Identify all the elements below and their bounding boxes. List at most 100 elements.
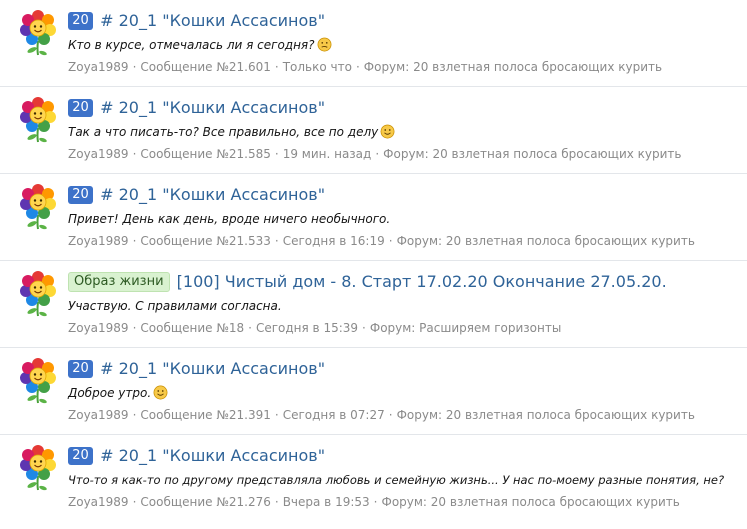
post-body: Образ жизни [100] Чистый дом - 8. Старт …: [68, 270, 743, 337]
forum-prefix-badge[interactable]: 20: [68, 12, 93, 30]
author-link[interactable]: Zoya1989: [68, 234, 129, 248]
avatar[interactable]: [18, 96, 58, 146]
avatar[interactable]: [18, 9, 58, 59]
meta-separator: ·: [248, 321, 252, 335]
meta-separator: ·: [274, 495, 279, 509]
post-body: 20 # 20_1 "Кошки Ассасинов" Кто в курсе,…: [68, 9, 743, 76]
thread-title-link[interactable]: [100] Чистый дом - 8. Старт 17.02.20 Око…: [177, 272, 667, 291]
meta-separator: ·: [132, 321, 137, 335]
smiley-icon: [153, 385, 168, 400]
post-time: Вчера в 19:53: [282, 495, 370, 509]
post-body: 20 # 20_1 "Кошки Ассасинов" Что-то я как…: [68, 444, 743, 511]
post-time: Только что: [282, 60, 352, 74]
meta-separator: ·: [132, 234, 137, 248]
message-number-link[interactable]: Сообщение №18: [140, 321, 244, 335]
thread-title-link[interactable]: # 20_1 "Кошки Ассасинов": [100, 446, 325, 465]
meta-separator: ·: [375, 147, 380, 161]
avatar[interactable]: [18, 357, 58, 407]
author-link[interactable]: Zoya1989: [68, 408, 129, 422]
post-meta: Zoya1989 · Сообщение №21.601 · Только что · Фо…: [68, 58, 743, 76]
meta-separator: ·: [132, 495, 137, 509]
avatar[interactable]: [18, 270, 58, 320]
post-time: Сегодня в 16:19: [282, 234, 385, 248]
post-title-line: 20 # 20_1 "Кошки Ассасинов": [68, 357, 743, 381]
list-item: 20 # 20_1 "Кошки Ассасинов" Так а что пи…: [0, 87, 747, 174]
meta-separator: ·: [388, 408, 393, 422]
forum-prefix-badge[interactable]: 20: [68, 186, 93, 204]
post-snippet[interactable]: Кто в курсе, отмечалась ли я сегодня?: [68, 36, 743, 54]
meta-separator: ·: [132, 60, 137, 74]
author-link[interactable]: Zoya1989: [68, 321, 129, 335]
activity-list: 20 # 20_1 "Кошки Ассасинов" Кто в курсе,…: [0, 0, 747, 522]
forum-link[interactable]: Форум: Расширяем горизонты: [370, 321, 561, 335]
list-item: 20 # 20_1 "Кошки Ассасинов" Что-то я как…: [0, 435, 747, 522]
meta-separator: ·: [362, 321, 366, 335]
post-time: Сегодня в 07:27: [282, 408, 385, 422]
post-title-line: Образ жизни [100] Чистый дом - 8. Старт …: [68, 270, 743, 294]
snippet-text: Доброе утро.: [68, 386, 152, 400]
message-number-link[interactable]: Сообщение №21.533: [140, 234, 270, 248]
post-body: 20 # 20_1 "Кошки Ассасинов" Привет! День…: [68, 183, 743, 250]
post-snippet[interactable]: Участвую. С правилами согласна.: [68, 297, 743, 315]
meta-separator: ·: [373, 495, 378, 509]
post-title-line: 20 # 20_1 "Кошки Ассасинов": [68, 9, 743, 33]
meta-separator: ·: [274, 234, 279, 248]
message-number-link[interactable]: Сообщение №21.276: [140, 495, 270, 509]
post-title-line: 20 # 20_1 "Кошки Ассасинов": [68, 183, 743, 207]
author-link[interactable]: Zoya1989: [68, 60, 129, 74]
snippet-text: Привет! День как день, вроде ничего необ…: [68, 212, 391, 226]
post-meta: Zoya1989 · Сообщение №21.585 · 19 мин. назад…: [68, 145, 743, 163]
smiley-icon: [380, 124, 395, 139]
meta-separator: ·: [274, 147, 279, 161]
message-number-link[interactable]: Сообщение №21.585: [140, 147, 270, 161]
post-meta: Zoya1989 · Сообщение №21.391 · Сегодня в 07:…: [68, 406, 743, 424]
list-item: Образ жизни [100] Чистый дом - 8. Старт …: [0, 261, 747, 348]
thread-title-link[interactable]: # 20_1 "Кошки Ассасинов": [100, 11, 325, 30]
thread-title-link[interactable]: # 20_1 "Кошки Ассасинов": [100, 98, 325, 117]
post-meta: Zoya1989 · Сообщение №21.276 · Вчера в 19:53…: [68, 493, 743, 511]
meta-separator: ·: [388, 234, 393, 248]
forum-prefix-badge[interactable]: Образ жизни: [68, 272, 170, 292]
forum-link[interactable]: Форум: 20 взлетная полоса бросающих кури…: [397, 234, 695, 248]
list-item: 20 # 20_1 "Кошки Ассасинов" Доброе утро.…: [0, 348, 747, 435]
list-item: 20 # 20_1 "Кошки Ассасинов" Кто в курсе,…: [0, 0, 747, 87]
post-meta: Zoya1989 · Сообщение №18 · Сегодня в 15:39 · Ф…: [68, 319, 743, 337]
forum-link[interactable]: Форум: 20 взлетная полоса бросающих кури…: [397, 408, 695, 422]
post-title-line: 20 # 20_1 "Кошки Ассасинов": [68, 96, 743, 120]
author-link[interactable]: Zoya1989: [68, 147, 129, 161]
forum-prefix-badge[interactable]: 20: [68, 360, 93, 378]
post-meta: Zoya1989 · Сообщение №21.533 · Сегодня в 16:…: [68, 232, 743, 250]
post-snippet[interactable]: Доброе утро.: [68, 384, 743, 402]
thread-title-link[interactable]: # 20_1 "Кошки Ассасинов": [100, 359, 325, 378]
post-body: 20 # 20_1 "Кошки Ассасинов" Доброе утро.…: [68, 357, 743, 424]
post-time: 19 мин. назад: [282, 147, 372, 161]
snippet-text: Так а что писать-то? Все правильно, все …: [68, 125, 379, 139]
meta-separator: ·: [132, 408, 137, 422]
snippet-text: Что-то я как-то по другому представляла …: [68, 473, 725, 487]
forum-link[interactable]: Форум: 20 взлетная полоса бросающих кури…: [364, 60, 662, 74]
avatar[interactable]: [18, 444, 58, 494]
snippet-text: Участвую. С правилами согласна.: [68, 299, 282, 313]
post-body: 20 # 20_1 "Кошки Ассасинов" Так а что пи…: [68, 96, 743, 163]
message-number-link[interactable]: Сообщение №21.601: [140, 60, 270, 74]
meta-separator: ·: [132, 147, 137, 161]
forum-prefix-badge[interactable]: 20: [68, 99, 93, 117]
list-item: 20 # 20_1 "Кошки Ассасинов" Привет! День…: [0, 174, 747, 261]
confused-smiley-icon: [317, 37, 332, 52]
thread-title-link[interactable]: # 20_1 "Кошки Ассасинов": [100, 185, 325, 204]
meta-separator: ·: [274, 60, 279, 74]
post-title-line: 20 # 20_1 "Кошки Ассасинов": [68, 444, 743, 468]
message-number-link[interactable]: Сообщение №21.391: [140, 408, 270, 422]
post-snippet[interactable]: Что-то я как-то по другому представляла …: [68, 471, 743, 489]
forum-link[interactable]: Форум: 20 взлетная полоса бросающих кури…: [383, 147, 681, 161]
post-snippet[interactable]: Привет! День как день, вроде ничего необ…: [68, 210, 743, 228]
author-link[interactable]: Zoya1989: [68, 495, 129, 509]
meta-separator: ·: [355, 60, 360, 74]
forum-prefix-badge[interactable]: 20: [68, 447, 93, 465]
forum-link[interactable]: Форум: 20 взлетная полоса бросающих кури…: [381, 495, 679, 509]
post-time: Сегодня в 15:39: [255, 321, 359, 335]
snippet-text: Кто в курсе, отмечалась ли я сегодня?: [68, 38, 315, 52]
post-snippet[interactable]: Так а что писать-то? Все правильно, все …: [68, 123, 743, 141]
avatar[interactable]: [18, 183, 58, 233]
meta-separator: ·: [274, 408, 279, 422]
